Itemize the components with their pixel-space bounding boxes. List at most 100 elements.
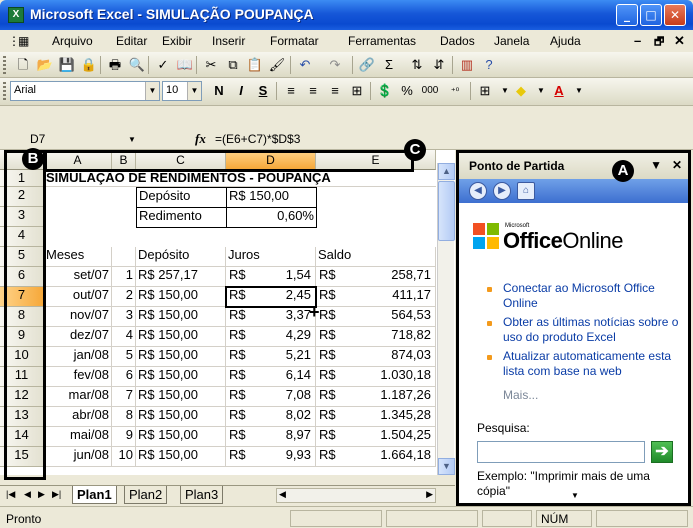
cell-saldo[interactable]: R$ 1.030,18	[316, 367, 436, 387]
office-online-logo[interactable]: OfficeOnline	[503, 228, 623, 254]
cell-index[interactable]: 6	[112, 367, 136, 387]
sheet-tab-plan1[interactable]: Plan1	[72, 486, 117, 504]
header-blank[interactable]	[112, 247, 136, 267]
sheet-tab-plan3[interactable]: Plan3	[180, 486, 224, 504]
cell-index[interactable]: 5	[112, 347, 136, 367]
cell-saldo[interactable]: R$ 1.345,28	[316, 407, 436, 427]
more-link[interactable]: Mais...	[503, 388, 538, 402]
cell-index[interactable]: 3	[112, 307, 136, 327]
research-icon[interactable]: 📖	[176, 56, 194, 74]
search-input[interactable]	[477, 441, 645, 463]
cell-saldo[interactable]: R$ 1.664,18	[316, 447, 436, 467]
align-right-icon[interactable]: ≡	[326, 82, 344, 100]
doc-minimize-button[interactable]: –	[634, 33, 641, 48]
scroll-thumb[interactable]	[438, 181, 455, 241]
cell-mes[interactable]: nov/07	[44, 307, 112, 327]
font-combo[interactable]: Arial ▼	[10, 81, 160, 101]
paste-icon[interactable]: 📋	[246, 56, 264, 74]
cell-juros[interactable]: R$ 1,54	[226, 267, 316, 287]
link-connect-office-online[interactable]: Conectar ao Microsoft Office Online	[503, 281, 683, 311]
cell-deposito[interactable]: R$ 257,17	[136, 267, 226, 287]
chevron-down-icon[interactable]: ▼	[187, 82, 201, 100]
cell-juros[interactable]: R$ 5,21	[226, 347, 316, 367]
cell-mes[interactable]: abr/08	[44, 407, 112, 427]
spelling-icon[interactable]: ✓	[154, 56, 172, 74]
print-preview-icon[interactable]: 🔍	[128, 56, 146, 74]
bold-button[interactable]: N	[210, 82, 228, 100]
align-center-icon[interactable]: ≡	[304, 82, 322, 100]
redo-icon[interactable]: ↷	[326, 56, 344, 74]
chevron-down-icon[interactable]: ▼	[145, 82, 159, 100]
underline-button[interactable]: S	[254, 82, 272, 100]
maximize-button[interactable]: □	[640, 4, 662, 26]
spreadsheet-grid[interactable]: A B C D E 1 2 3 4 5 6 7 8 9 10 11 12 13 …	[0, 150, 455, 475]
help-icon[interactable]: ?	[480, 56, 498, 74]
cell-juros[interactable]: R$ 7,08	[226, 387, 316, 407]
horizontal-scrollbar[interactable]: ◀ ▶	[276, 488, 436, 503]
active-cell-cursor[interactable]	[225, 286, 317, 308]
increase-decimal-icon[interactable]: ⁺⁰	[446, 82, 464, 100]
doc-restore-button[interactable]: 🗗	[654, 33, 664, 52]
menu-arquivo[interactable]: Arquivo	[52, 34, 93, 48]
cell-index[interactable]: 8	[112, 407, 136, 427]
menu-editar[interactable]: Editar	[116, 34, 147, 48]
cell-saldo[interactable]: R$ 1.504,25	[316, 427, 436, 447]
chart-wizard-icon[interactable]: ▥	[458, 56, 476, 74]
close-button[interactable]: ✕	[664, 4, 686, 26]
font-color-icon[interactable]: A	[550, 82, 568, 100]
cell-deposito[interactable]: R$ 150,00	[136, 427, 226, 447]
cell-index[interactable]: 2	[112, 287, 136, 307]
cell-juros[interactable]: R$ 8,02	[226, 407, 316, 427]
menu-exibir[interactable]: Exibir	[162, 34, 192, 48]
cell-saldo[interactable]: R$ 258,71	[316, 267, 436, 287]
align-left-icon[interactable]: ≡	[282, 82, 300, 100]
first-sheet-icon[interactable]: |◀	[6, 489, 15, 500]
cell-juros[interactable]: R$ 9,93	[226, 447, 316, 467]
cell-saldo[interactable]: R$ 718,82	[316, 327, 436, 347]
cell-saldo[interactable]: R$ 874,03	[316, 347, 436, 367]
cell-juros[interactable]: R$ 8,97	[226, 427, 316, 447]
cell-juros[interactable]: R$ 3,37	[226, 307, 316, 327]
cell-mes[interactable]: mar/08	[44, 387, 112, 407]
cell-index[interactable]: 9	[112, 427, 136, 447]
format-painter-icon[interactable]: 🖌	[268, 56, 286, 74]
excel-icon[interactable]: X	[8, 7, 24, 23]
cell-index[interactable]: 7	[112, 387, 136, 407]
minimize-button[interactable]: _	[616, 4, 638, 26]
cell-mes[interactable]: jan/08	[44, 347, 112, 367]
italic-button[interactable]: I	[232, 82, 250, 100]
cell-mes[interactable]: jun/08	[44, 447, 112, 467]
cell-deposito[interactable]: R$ 150,00	[136, 387, 226, 407]
task-pane-title[interactable]: Ponto de Partida	[469, 159, 564, 173]
scroll-left-icon[interactable]: ◀	[279, 489, 286, 500]
new-icon[interactable]: 🗋	[14, 56, 32, 74]
cell-juros[interactable]: R$ 6,14	[226, 367, 316, 387]
header-juros[interactable]: Juros	[226, 247, 316, 267]
cell-mes[interactable]: mai/08	[44, 427, 112, 447]
menu-inserir[interactable]: Inserir	[212, 34, 245, 48]
doc-close-button[interactable]: ✕	[674, 33, 685, 49]
currency-icon[interactable]: 💲	[376, 82, 394, 100]
chevron-down-icon[interactable]: ▼	[532, 82, 550, 100]
link-latest-news[interactable]: Obter as últimas notícias sobre o uso do…	[503, 315, 683, 345]
last-sheet-icon[interactable]: ▶|	[52, 489, 61, 500]
menu-janela[interactable]: Janela	[494, 34, 529, 48]
cell-deposito[interactable]: R$ 150,00	[136, 287, 226, 307]
copy-icon[interactable]: ⧉	[224, 56, 242, 74]
sheet-title-cell[interactable]: SIMULAÇÃO DE RENDIMENTOS - POUPANÇA	[44, 170, 436, 187]
cell-juros[interactable]: R$ 4,29	[226, 327, 316, 347]
toolbar-grip-2[interactable]	[3, 82, 6, 100]
autosum-icon[interactable]: Σ	[380, 56, 398, 74]
percent-button[interactable]: %	[398, 82, 416, 100]
cell-index[interactable]: 1	[112, 267, 136, 287]
chevron-down-icon[interactable]: ▼	[128, 135, 136, 144]
permission-icon[interactable]: 🔒	[80, 56, 98, 74]
cell-deposito[interactable]: R$ 150,00	[136, 347, 226, 367]
cell-index[interactable]: 10	[112, 447, 136, 467]
cell-saldo[interactable]: R$ 1.187,26	[316, 387, 436, 407]
print-icon[interactable]: 🖶	[106, 56, 124, 74]
header-deposito[interactable]: Depósito	[136, 247, 226, 267]
fill-color-icon[interactable]: ◆	[512, 82, 530, 100]
open-icon[interactable]: 📂	[36, 56, 54, 74]
prev-sheet-icon[interactable]: ◀	[24, 489, 31, 500]
